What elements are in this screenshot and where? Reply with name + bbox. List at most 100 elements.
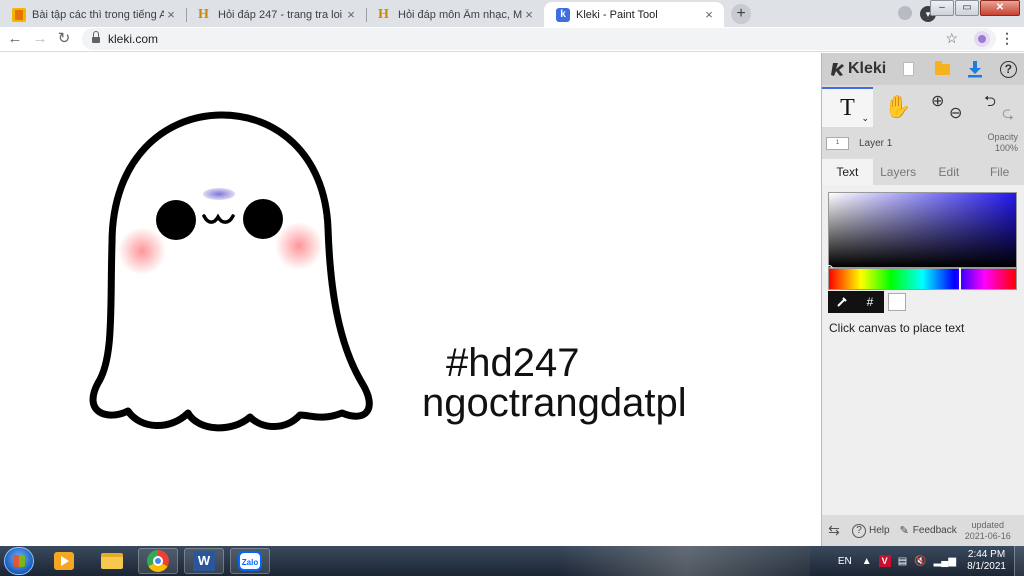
chrome-icon (147, 550, 169, 572)
taskbar-media-player[interactable] (44, 548, 84, 574)
taskbar-zalo[interactable]: Zalo (230, 548, 270, 574)
new-image-button[interactable] (892, 53, 925, 85)
redo-icon[interactable]: ⮎ (1002, 103, 1014, 128)
extension-icon[interactable] (974, 31, 990, 47)
folder-open-icon (934, 60, 950, 75)
zoom-in-icon[interactable]: ⊕ (931, 91, 944, 111)
kleki-logo-text: Kleki (848, 60, 887, 77)
network-signal-icon[interactable]: ▂▄▆ (934, 556, 956, 567)
reload-icon[interactable]: ↻ (55, 30, 73, 48)
download-icon (968, 61, 983, 78)
browser-toolbar: ← → ↻ kleki.com ☆ ⋮ (0, 27, 1024, 52)
language-indicator[interactable]: EN (838, 556, 852, 567)
eyedropper-icon[interactable] (828, 291, 856, 313)
hoidap-icon (198, 7, 212, 23)
file-explorer-icon (101, 553, 123, 569)
save-image-button[interactable] (959, 53, 992, 85)
undo-icon[interactable]: ⮌ (984, 91, 996, 116)
back-arrow-icon[interactable]: ← (6, 30, 24, 48)
help-link[interactable]: ? Help (852, 523, 890, 538)
layer-opacity[interactable]: Opacity 100% (987, 132, 1018, 154)
current-color-swatch[interactable] (888, 293, 906, 311)
feedback-link[interactable]: ✎ Feedback (900, 524, 957, 537)
device-icon[interactable]: ▤ (898, 556, 907, 567)
chevron-down-icon[interactable]: ⌄ (861, 113, 869, 124)
drawing-canvas[interactable]: #hd247 ngoctrangdatpl (0, 53, 821, 546)
zoom-out-icon[interactable]: ⊖ (949, 103, 962, 123)
browser-tab[interactable]: Hỏi đáp 247 - trang tra loi × (186, 2, 366, 27)
color-tools: # (828, 291, 906, 313)
tab-title: Hỏi đáp 247 - trang tra loi (218, 8, 343, 21)
undo-redo-controls: ⮌ ⮎ (974, 87, 1024, 127)
updated-info[interactable]: updated 2021-06-16 (965, 520, 1011, 542)
taskbar-word[interactable]: W (184, 548, 224, 574)
incognito-icon[interactable] (898, 6, 912, 20)
kleki-logo[interactable]: Kleki (830, 60, 892, 78)
canvas-text-author: ngoctrangdatpl (422, 381, 687, 425)
maximize-button[interactable]: ▭ (955, 0, 979, 16)
address-bar[interactable]: kleki.com (82, 28, 996, 50)
new-tab-button[interactable]: + (731, 4, 751, 24)
tab-edit[interactable]: Edit (924, 159, 975, 185)
hand-tool-button[interactable]: ✋ (873, 87, 923, 127)
taskbar-chrome[interactable] (138, 548, 178, 574)
help-button[interactable]: ? (992, 53, 1024, 85)
browser-tab-strip: Bài tập các thì trong tiếng Anh có × Hỏi… (0, 0, 1024, 27)
layer-row[interactable]: 1 Layer 1 Opacity 100% (822, 129, 1024, 157)
media-player-icon (54, 552, 74, 570)
browser-tab-active[interactable]: k Kleki - Paint Tool × (544, 2, 724, 27)
hand-icon: ✋ (884, 94, 912, 119)
tray-expand-icon[interactable]: ▲ (862, 556, 872, 567)
panel-top-bar: Kleki ? (822, 53, 1024, 85)
close-window-button[interactable]: ✕ (980, 0, 1020, 16)
text-tool-icon: T (840, 94, 855, 121)
hue-slider[interactable] (828, 268, 1017, 290)
windows-taskbar: W Zalo EN ▲ V ▤ 🔇 ▂▄▆ 2:44 PM 8/1/2021 (0, 546, 1024, 576)
updated-label: updated (971, 519, 1005, 530)
right-blush (275, 222, 323, 270)
browser-tab[interactable]: Hỏi đáp môn Âm nhạc, Mỹ thuật × (366, 2, 544, 27)
zalo-icon: Zalo (238, 551, 262, 571)
feedback-label: Feedback (912, 525, 957, 536)
panel-footer: ⇆ ? Help ✎ Feedback updated 2021-06-16 (822, 515, 1024, 546)
color-saturation-field[interactable] (825, 192, 1017, 273)
tab-close-icon[interactable]: × (522, 7, 536, 22)
layer-thumbnail[interactable]: 1 (826, 137, 849, 150)
tab-close-icon[interactable]: × (164, 7, 178, 22)
hue-slider-handle[interactable] (959, 268, 961, 290)
layer-name: Layer 1 (859, 138, 893, 149)
text-tool-hint: Click canvas to place text (829, 321, 965, 335)
open-image-button[interactable] (926, 53, 959, 85)
browser-tab[interactable]: Bài tập các thì trong tiếng Anh có × (0, 2, 186, 27)
swap-panel-icon[interactable]: ⇆ (822, 522, 846, 539)
help-circle-icon: ? (999, 60, 1017, 78)
tab-file[interactable]: File (974, 159, 1024, 185)
tab-layers[interactable]: Layers (873, 159, 924, 185)
lock-icon[interactable] (92, 30, 100, 44)
tab-close-icon[interactable]: × (344, 7, 358, 22)
speaker-muted-icon[interactable]: 🔇 (914, 556, 926, 567)
window-controls: – ▭ ✕ (929, 0, 1020, 18)
kleki-side-panel: Kleki ? T ⌄ ✋ ⊕ ⊖ ⮌ ⮎ 1 Layer 1 Opacity … (821, 53, 1024, 546)
forward-arrow-icon[interactable]: → (31, 30, 49, 48)
kleki-logo-icon (831, 63, 844, 76)
text-tool-button[interactable]: T ⌄ (822, 87, 873, 127)
text-tab-content: # Click canvas to place text (822, 185, 1024, 515)
browser-menu-icon[interactable]: ⋮ (1000, 30, 1014, 47)
hex-input-button[interactable]: # (856, 291, 884, 313)
zoom-controls: ⊕ ⊖ (923, 87, 974, 127)
hoidap-icon (378, 7, 392, 23)
bookmark-star-icon[interactable]: ☆ (945, 30, 958, 47)
start-button[interactable] (4, 547, 34, 575)
minimize-button[interactable]: – (930, 0, 954, 16)
taskbar-file-explorer[interactable] (92, 548, 132, 574)
tab-close-icon[interactable]: × (702, 7, 716, 22)
word-icon: W (193, 551, 215, 571)
antivirus-icon[interactable]: V (878, 555, 891, 567)
tab-text[interactable]: Text (822, 159, 873, 185)
left-eye (156, 200, 196, 240)
show-desktop-button[interactable] (1014, 546, 1024, 576)
taskbar-clock[interactable]: 2:44 PM 8/1/2021 (967, 549, 1006, 573)
url-text: kleki.com (108, 32, 159, 46)
updated-date: 2021-06-16 (964, 530, 1011, 541)
